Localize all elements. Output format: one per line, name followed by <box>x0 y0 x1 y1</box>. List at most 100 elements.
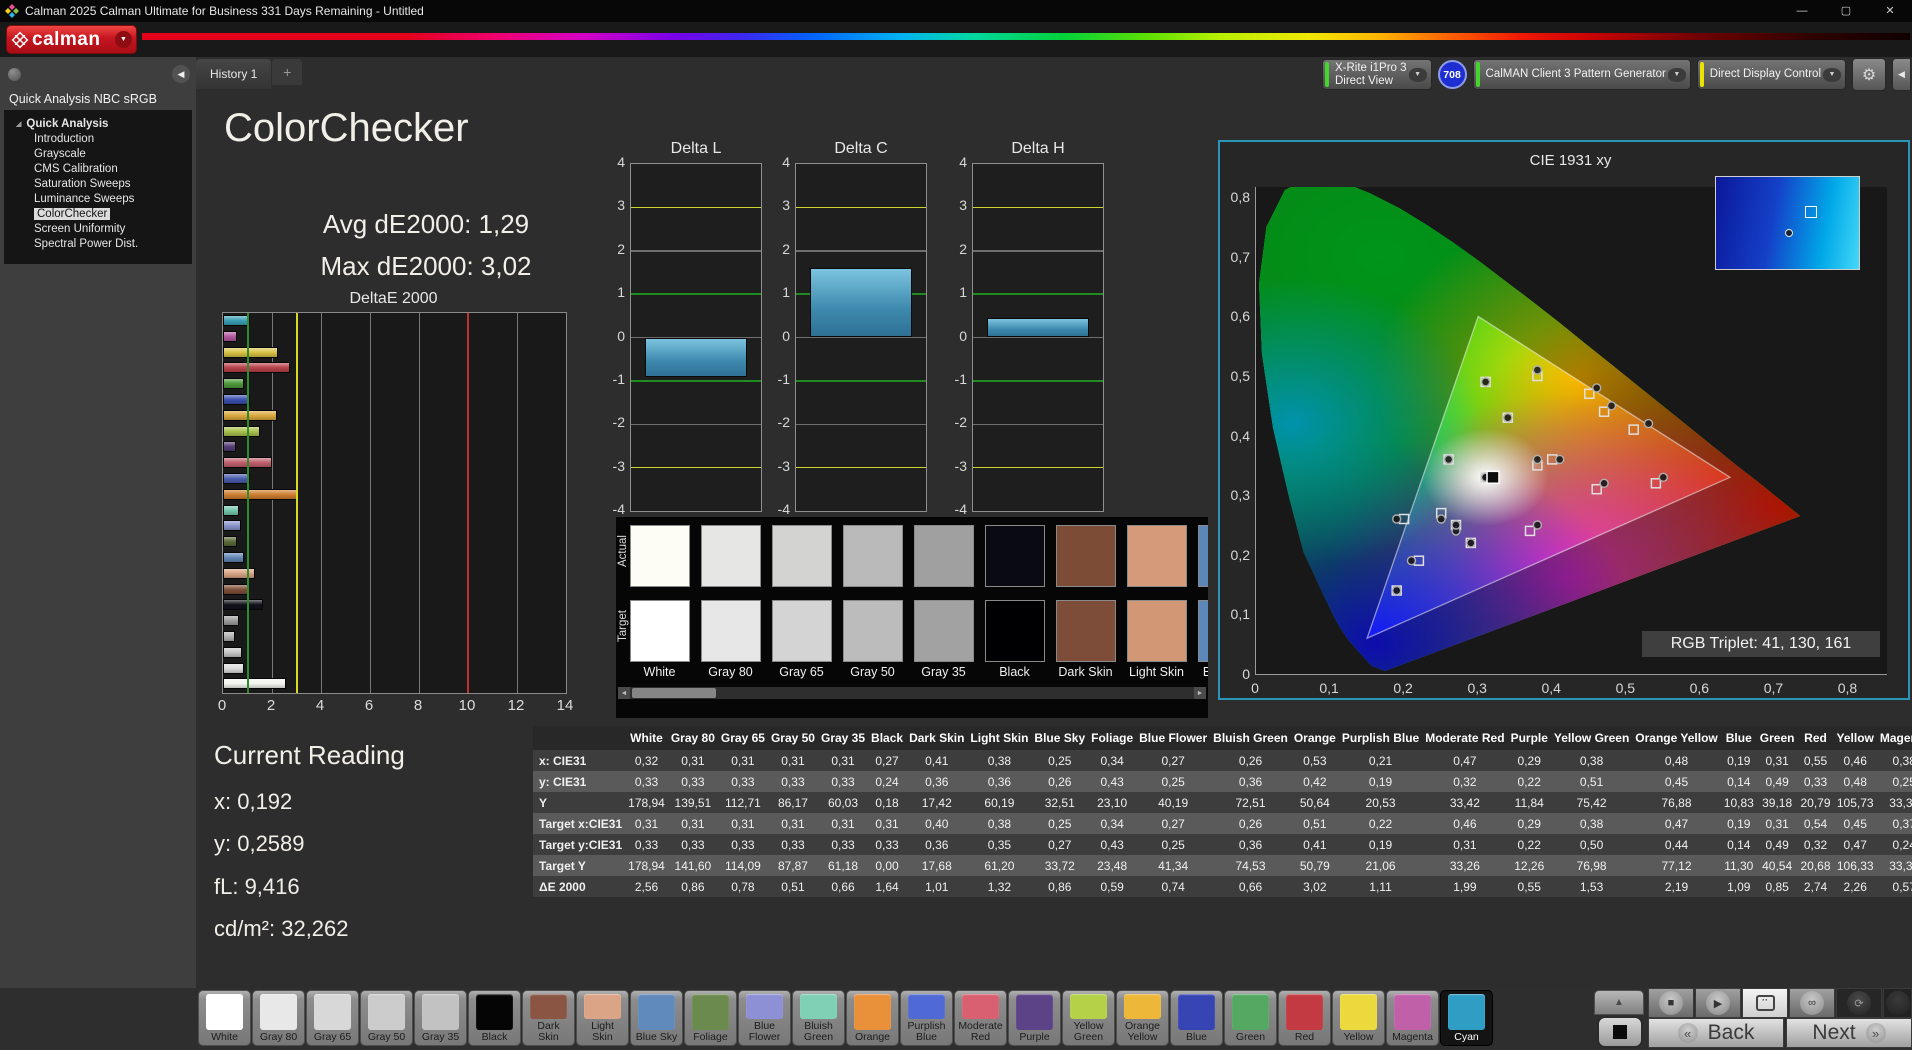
patch-strip: White Gray 80 Gray 65 Gray 50 Gray 35 Black Da… <box>198 990 1493 1046</box>
minimize-icon[interactable]: — <box>1780 0 1824 22</box>
display-selector[interactable]: Direct Display Control ▼ <box>1696 59 1846 90</box>
patch-button-gray-80[interactable]: Gray 80 <box>252 990 305 1046</box>
patch-button-blue[interactable]: Blue <box>1170 990 1223 1046</box>
patch-label: Purple <box>1019 1031 1050 1043</box>
expander-icon[interactable]: ◢ <box>16 121 21 128</box>
add-tab-button[interactable]: + <box>272 59 303 85</box>
patch-button-gray-35[interactable]: Gray 35 <box>414 990 467 1046</box>
sidebar-item-saturation-sweeps[interactable]: Saturation Sweeps <box>4 177 192 192</box>
meter-selector[interactable]: X-Rite i1Pro 3 Direct View ▼ <box>1321 59 1432 90</box>
patch-button-gray-50[interactable]: Gray 50 <box>360 990 413 1046</box>
patch-button-bluish-green[interactable]: Bluish Green <box>792 990 845 1046</box>
table-cell: 0,48 <box>1632 750 1721 771</box>
patch-button-purple[interactable]: Purple <box>1008 990 1061 1046</box>
meter-count-badge[interactable]: 708 <box>1437 60 1467 89</box>
chevron-down-icon[interactable]: ▼ <box>1408 67 1427 82</box>
patch-button-foliage[interactable]: Foliage <box>684 990 737 1046</box>
extra-button[interactable] <box>1883 988 1912 1018</box>
patch-label: Magenta <box>1392 1031 1433 1043</box>
chevron-down-icon[interactable]: ▼ <box>1823 67 1841 82</box>
de-bar-magenta <box>223 330 237 342</box>
patch-button-white[interactable]: White <box>198 990 251 1046</box>
axis-tick-label: -1 <box>777 370 790 387</box>
gridline <box>796 250 926 252</box>
table-col-header: Gray 65 <box>717 726 768 750</box>
patch-button-cyan[interactable]: Cyan <box>1440 990 1493 1046</box>
sidebar-item-colorchecker[interactable]: ColorChecker <box>4 207 192 222</box>
pattern-window-button[interactable]: ·· <box>1742 988 1788 1018</box>
patch-button-black[interactable]: Black <box>468 990 521 1046</box>
patch-button-red[interactable]: Red <box>1278 990 1331 1046</box>
play-button[interactable]: ▶ <box>1695 988 1741 1018</box>
stop-button[interactable]: ■ <box>1648 988 1694 1018</box>
next-button[interactable]: Next » <box>1786 1018 1912 1048</box>
gear-icon[interactable]: ⚙ <box>1852 58 1886 91</box>
patch-button-yellow[interactable]: Yellow <box>1332 990 1385 1046</box>
patch-button-dark-skin[interactable]: Dark Skin <box>522 990 575 1046</box>
scroll-left-icon[interactable]: ◄ <box>618 687 630 699</box>
chevron-down-icon[interactable]: ▼ <box>1667 67 1686 82</box>
sidebar-item-spectral-power-dist[interactable]: Spectral Power Dist. <box>4 237 192 252</box>
swatch-scrollbar[interactable]: ◄ ► <box>618 687 1206 699</box>
stop-pattern-button[interactable] <box>1597 1016 1643 1048</box>
delta-bar <box>987 317 1089 338</box>
sidebar-item-screen-uniformity[interactable]: Screen Uniformity <box>4 222 192 237</box>
scroll-right-icon[interactable]: ► <box>1194 687 1206 699</box>
patch-button-blue-sky[interactable]: Blue Sky <box>630 990 683 1046</box>
sidebar-item-label: Quick Analysis <box>26 118 109 130</box>
table-cell: 0,33 <box>767 771 818 792</box>
source-selector[interactable]: CalMAN Client 3 Pattern Generator ▼ <box>1472 59 1691 90</box>
refresh-button[interactable]: ⟳ <box>1836 988 1882 1018</box>
gridline <box>973 380 1103 382</box>
pattern-window-icon: ·· <box>1755 995 1775 1011</box>
chart-title: Delta L <box>670 140 722 157</box>
patch-button-magenta[interactable]: Magenta <box>1386 990 1439 1046</box>
scrollbar-thumb[interactable] <box>632 688 716 698</box>
table-cell: 0,51 <box>1550 771 1633 792</box>
patch-button-yellow-green[interactable]: Yellow Green <box>1062 990 1115 1046</box>
patch-button-purplish-blue[interactable]: Purplish Blue <box>900 990 953 1046</box>
patch-button-orange-yellow[interactable]: Orange Yellow <box>1116 990 1169 1046</box>
sidebar-dot-button[interactable] <box>8 67 21 81</box>
calman-menu-button[interactable]: calman ▼ <box>6 25 137 54</box>
patch-button-blue-flower[interactable]: Blue Flower <box>738 990 791 1046</box>
infinity-icon: ∞ <box>1800 991 1824 1015</box>
chart-title: Delta H <box>1011 140 1065 157</box>
patch-button-light-skin[interactable]: Light Skin <box>576 990 629 1046</box>
gridline <box>418 313 420 693</box>
patch-swatch <box>584 994 621 1019</box>
table-cell: 0,59 <box>1088 876 1137 897</box>
table-cell: 23,10 <box>1088 792 1137 813</box>
delta-l-chart: Delta L 4 3 2 1 0 -1 -2 -3 -4 <box>613 140 762 517</box>
table-cell: 0,33 <box>625 771 668 792</box>
sidebar-item-quick-analysis[interactable]: ◢ Quick Analysis <box>4 117 192 132</box>
patch-button-moderate-red[interactable]: Moderate Red <box>954 990 1007 1046</box>
axis-tick-label: 1 <box>782 284 790 301</box>
table-cell: 1,32 <box>967 876 1032 897</box>
table-cell: 0,26 <box>1031 771 1089 792</box>
cie-1931-panel: CIE 1931 xy RGB Triplet: 41, 130, 161 00… <box>1218 140 1910 700</box>
sidebar-item-cms-calibration[interactable]: CMS Calibration <box>4 162 192 177</box>
patch-button-green[interactable]: Green <box>1224 990 1277 1046</box>
table-cell: 0,47 <box>1632 813 1721 834</box>
table-cell: 87,87 <box>767 855 818 876</box>
axis-tick-label: 6 <box>364 697 374 714</box>
axis-tick-label: 0,1 <box>1319 680 1339 696</box>
maximize-icon[interactable]: ▢ <box>1824 0 1868 22</box>
table-col-header: Foliage <box>1088 726 1137 750</box>
sidebar-collapse-icon[interactable]: ◀ <box>172 65 190 83</box>
devices-collapse-icon[interactable]: ◀ <box>1892 58 1911 91</box>
patch-button-orange[interactable]: Orange <box>846 990 899 1046</box>
tab-history-1[interactable]: History 1 <box>196 59 272 89</box>
close-icon[interactable]: ✕ <box>1868 0 1912 22</box>
logo-dropdown-icon[interactable]: ▼ <box>115 31 132 48</box>
sidebar-item-luminance-sweeps[interactable]: Luminance Sweeps <box>4 192 192 207</box>
back-button[interactable]: « Back <box>1648 1018 1784 1048</box>
continuous-measure-button[interactable]: ∞ <box>1789 988 1835 1018</box>
patch-label: Moderate Red <box>958 1020 1003 1043</box>
patch-button-gray-65[interactable]: Gray 65 <box>306 990 359 1046</box>
table-cell: 0,48 <box>1833 771 1877 792</box>
strip-up-icon[interactable]: ▲ <box>1594 990 1644 1015</box>
sidebar-item-grayscale[interactable]: Grayscale <box>4 147 192 162</box>
sidebar-item-introduction[interactable]: Introduction <box>4 132 192 147</box>
